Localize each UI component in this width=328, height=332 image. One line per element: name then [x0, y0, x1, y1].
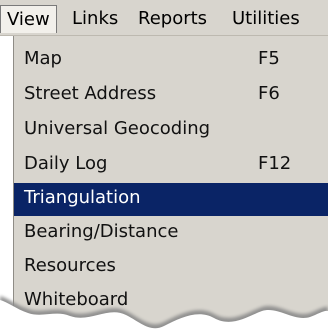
menu-item-label: Triangulation: [24, 187, 141, 208]
menu-item-triangulation[interactable]: Triangulation: [14, 183, 328, 216]
screenshot-stage: View Links Reports Utilities Map F5 Stre…: [0, 0, 328, 332]
menu-item-universal-geocoding[interactable]: Universal Geocoding: [14, 114, 328, 147]
menu-links[interactable]: Links: [72, 5, 118, 33]
menu-reports[interactable]: Reports: [138, 5, 207, 33]
menu-item-label: Daily Log: [24, 153, 108, 174]
menu-bar: View Links Reports Utilities: [0, 0, 328, 36]
menu-item-whiteboard[interactable]: Whiteboard: [14, 285, 328, 318]
menu-item-street-address[interactable]: Street Address F6: [14, 79, 328, 112]
menu-view[interactable]: View: [0, 5, 57, 33]
menu-item-shortcut: F6: [258, 83, 280, 104]
menu-utilities[interactable]: Utilities: [232, 5, 300, 33]
menu-item-resources[interactable]: Resources: [14, 251, 328, 284]
menu-item-shortcut: F12: [258, 153, 292, 174]
menu-item-label: Resources: [24, 255, 116, 276]
menu-item-label: Universal Geocoding: [24, 118, 211, 139]
menu-item-shortcut: F5: [258, 48, 280, 69]
menu-item-daily-log[interactable]: Daily Log F12: [14, 149, 328, 182]
menu-item-label: Whiteboard: [24, 289, 129, 310]
view-dropdown-menu: Map F5 Street Address F6 Universal Geoco…: [13, 36, 328, 332]
menu-item-map[interactable]: Map F5: [14, 44, 328, 77]
menu-item-label: Street Address: [24, 83, 157, 104]
menu-item-label: Map: [24, 48, 62, 69]
menu-item-bearing-distance[interactable]: Bearing/Distance: [14, 217, 328, 250]
menu-item-label: Bearing/Distance: [24, 221, 179, 242]
